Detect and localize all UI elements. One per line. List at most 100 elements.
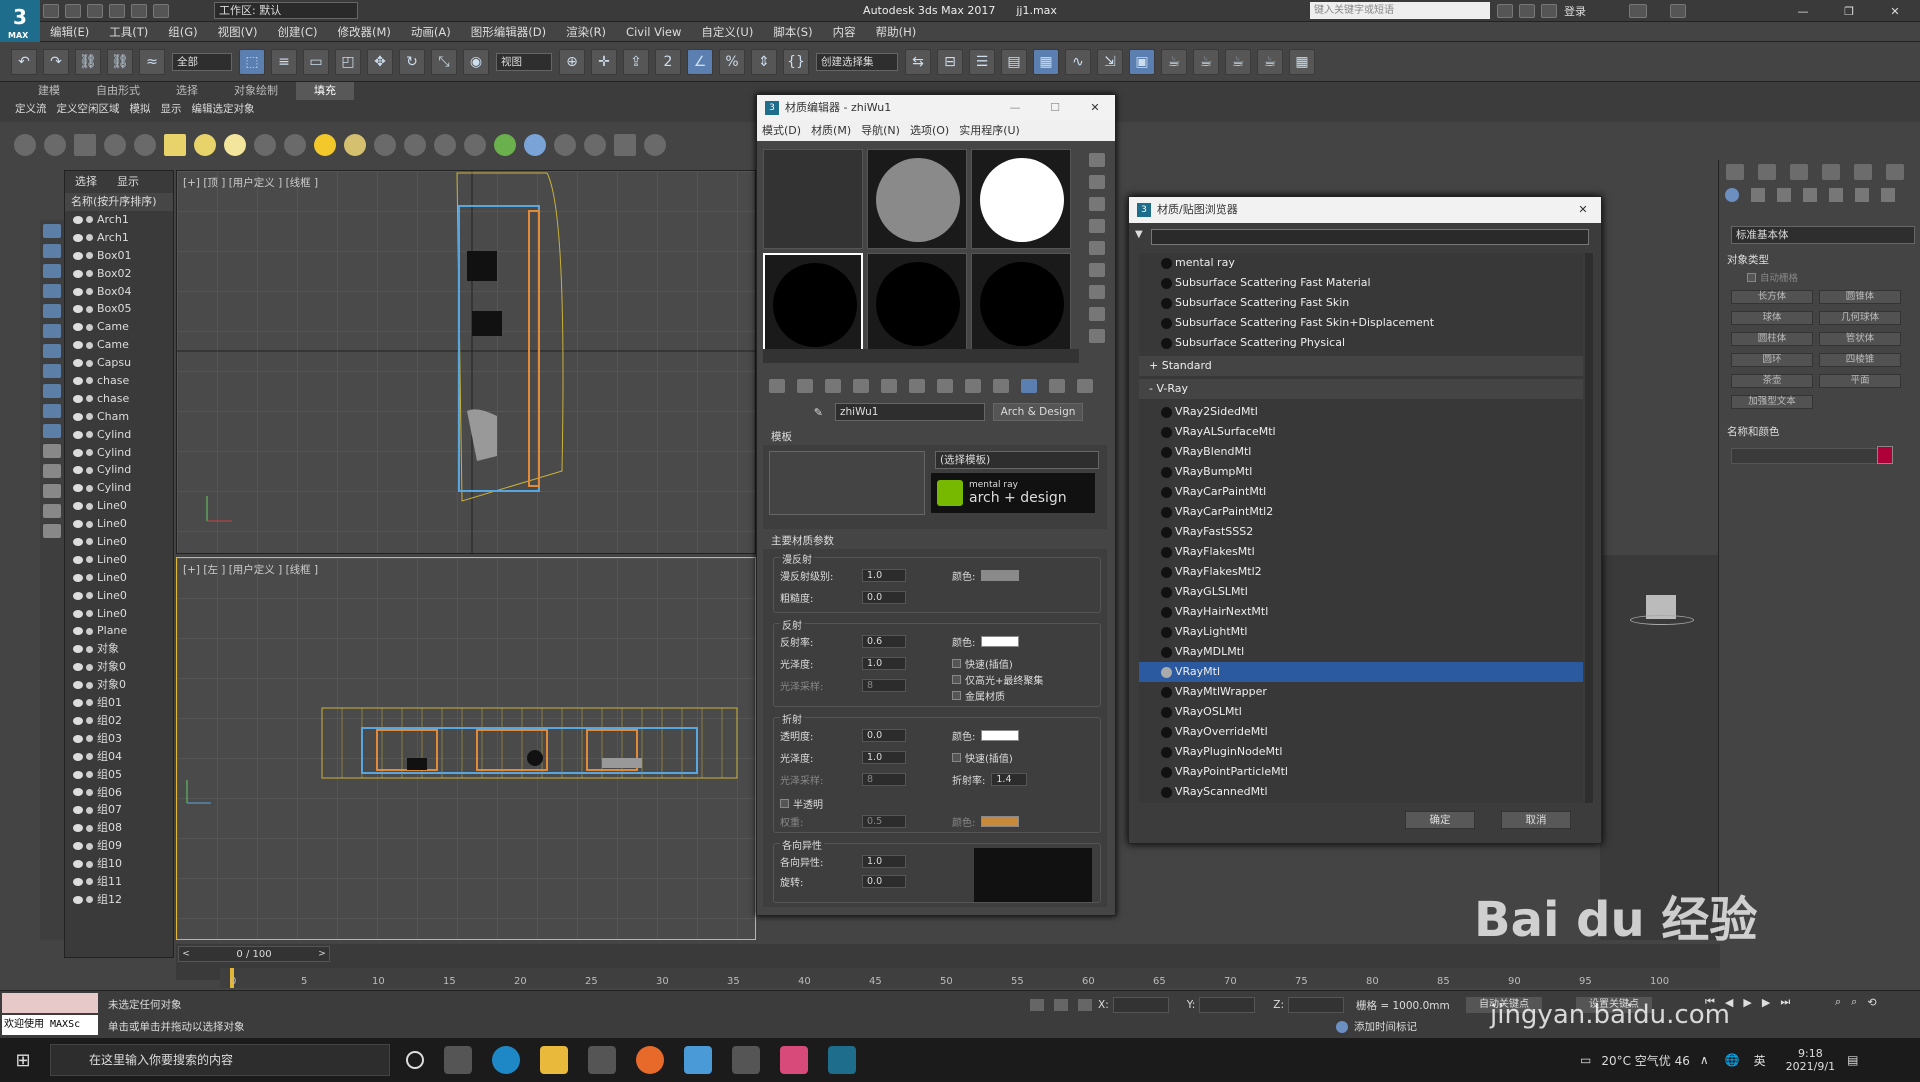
browser-material-item[interactable]: VRayMtlWrapper <box>1139 682 1583 702</box>
teapot-geom-icon[interactable] <box>254 134 276 156</box>
me-menu-modes[interactable]: 模式(D) <box>762 121 801 141</box>
colors-icon[interactable] <box>554 134 576 156</box>
visibility-eye-icon[interactable] <box>73 466 83 475</box>
roughness-spinner[interactable]: 0.0 <box>862 591 906 604</box>
unlink-icon[interactable]: ⛓ <box>107 48 133 75</box>
tab-freeform[interactable]: 自由形式 <box>78 82 158 100</box>
make-unique-icon[interactable] <box>909 379 925 393</box>
scene-list-item[interactable]: Cham <box>65 408 173 426</box>
material-ball-icon[interactable] <box>524 134 546 156</box>
windows-start-icon[interactable]: ⊞ <box>0 1050 46 1071</box>
visibility-eye-icon[interactable] <box>73 520 83 529</box>
tab-object-paint[interactable]: 对象绘制 <box>216 82 296 100</box>
rotate-icon[interactable]: ↻ <box>399 48 425 75</box>
paint-app-icon[interactable] <box>684 1046 712 1074</box>
sample-slot[interactable] <box>971 149 1071 249</box>
select-by-material-icon[interactable] <box>1089 307 1105 321</box>
display-particles-icon[interactable] <box>43 404 61 418</box>
cloud-icon[interactable] <box>44 134 66 156</box>
helpers-icon[interactable] <box>1829 188 1843 202</box>
browser-material-item[interactable]: VRayOverrideMtl <box>1139 722 1583 742</box>
refr-samples-spinner[interactable]: 8 <box>862 773 906 786</box>
scene-list-item[interactable]: Box04 <box>65 283 173 301</box>
display-all-icon[interactable] <box>43 444 61 458</box>
time-tag-row[interactable]: 添加时间标记 <box>1336 1019 1417 1034</box>
browser-material-item[interactable]: VRayHairNextMtl <box>1139 602 1583 622</box>
browser-material-item[interactable]: Subsurface Scattering Fast Skin <box>1139 293 1583 313</box>
display-shapes-icon[interactable] <box>43 244 61 258</box>
percent-snap-icon[interactable]: % <box>719 48 745 75</box>
menu-rendering[interactable]: 渲染(R) <box>566 22 606 42</box>
scene-list-item[interactable]: 组12 <box>65 891 173 909</box>
link-icon[interactable]: ⛓ <box>75 48 101 75</box>
tab-selection[interactable]: 选择 <box>158 82 216 100</box>
refr-fast-interp-checkbox[interactable]: 快速(插值) <box>952 750 1013 765</box>
network-icon[interactable]: 🌐 <box>1725 1053 1740 1067</box>
video-color-check-icon[interactable] <box>1089 241 1105 255</box>
shapes-icon[interactable] <box>1751 188 1765 202</box>
new-file-icon[interactable] <box>43 3 59 18</box>
options-icon[interactable] <box>1089 285 1105 299</box>
place-icon[interactable]: ◉ <box>463 48 489 75</box>
scene-list-item[interactable]: 组02 <box>65 712 173 730</box>
visibility-eye-icon[interactable] <box>73 698 83 707</box>
display-none-icon[interactable] <box>43 464 61 478</box>
play-icon[interactable]: ▶ <box>1743 996 1751 1009</box>
x-coordinate-input[interactable] <box>1112 997 1169 1013</box>
visibility-eye-icon[interactable] <box>73 305 83 314</box>
sphere-button[interactable]: 球体 <box>1731 311 1813 325</box>
menu-edit[interactable]: 编辑(E) <box>50 22 89 42</box>
scale-icon[interactable]: ⤡ <box>431 48 457 75</box>
redo-icon[interactable]: ↷ <box>43 48 69 75</box>
bind-spacewarp-icon[interactable]: ≈ <box>139 48 165 75</box>
torus-button[interactable]: 圆环 <box>1731 353 1813 367</box>
ime-indicator[interactable]: 英 <box>1754 1052 1766 1069</box>
visibility-eye-icon[interactable] <box>73 591 83 600</box>
cylinder-button[interactable]: 圆柱体 <box>1731 332 1813 346</box>
firefox-icon[interactable] <box>636 1046 664 1074</box>
metal-material-checkbox[interactable]: 金属材质 <box>952 688 1005 703</box>
select-manipulate-icon[interactable]: ✛ <box>591 48 617 75</box>
visibility-eye-icon[interactable] <box>73 323 83 332</box>
absolute-mode-icon[interactable] <box>1078 999 1092 1011</box>
lights-icon[interactable] <box>104 134 126 156</box>
display-lights-icon[interactable] <box>43 264 61 278</box>
systems-icon[interactable] <box>1881 188 1895 202</box>
visibility-eye-icon[interactable] <box>73 359 83 368</box>
particle-icon[interactable] <box>134 134 156 156</box>
redo-icon[interactable] <box>131 3 147 18</box>
browser-material-item[interactable]: VRayPluginNodeMtl <box>1139 742 1583 762</box>
scene-list-item[interactable]: 组07 <box>65 801 173 819</box>
template-select-dropdown[interactable]: (选择模板) <box>935 451 1099 469</box>
scene-list-item[interactable]: 组05 <box>65 766 173 784</box>
scene-explorer-icon[interactable]: ☰ <box>969 48 995 75</box>
sample-slot[interactable] <box>971 253 1071 353</box>
browser-material-item[interactable]: VRay2SidedMtl <box>1139 402 1583 422</box>
open-file-icon[interactable] <box>65 3 81 18</box>
scene-list-item[interactable]: Cylind <box>65 461 173 479</box>
cameras-icon[interactable] <box>1803 188 1817 202</box>
scene-list-item[interactable]: 对象0 <box>65 658 173 676</box>
weather-icon[interactable]: ▭ <box>1580 1053 1591 1067</box>
weather-text[interactable]: 20°C 空气优 46 <box>1601 1052 1690 1069</box>
display-button[interactable]: 显示 <box>156 100 187 118</box>
scene-list-item[interactable]: Plane <box>65 622 173 640</box>
highlights-fg-checkbox[interactable]: 仅高光+最终聚集 <box>952 672 1043 687</box>
viewport-top[interactable]: [+] [顶 ] [用户定义 ] [线框 ] <box>176 170 756 554</box>
motion-tab-icon[interactable] <box>1822 164 1840 180</box>
scene-list-item[interactable]: 组08 <box>65 819 173 837</box>
browser-material-item[interactable]: VRayBlendMtl <box>1139 442 1583 462</box>
visibility-eye-icon[interactable] <box>73 824 83 833</box>
go-to-parent-icon[interactable] <box>1049 379 1065 393</box>
visibility-eye-icon[interactable] <box>73 448 83 457</box>
toolbar-help-icon[interactable] <box>644 134 666 156</box>
rotation-spinner[interactable]: 0.0 <box>862 875 906 888</box>
dome-icon[interactable] <box>194 134 216 156</box>
display-tab-icon[interactable] <box>1854 164 1872 180</box>
track-bar[interactable]: 0 5 10 15 20 25 30 35 40 45 50 55 60 65 70 75 80 85 90 95 10… <box>220 968 1720 988</box>
frame-buffer-icon[interactable] <box>614 134 636 156</box>
pivot-center-icon[interactable]: ⊕ <box>559 48 585 75</box>
material-type-button[interactable]: Arch & Design <box>993 403 1083 421</box>
browser-category-header[interactable]: + Standard <box>1139 356 1583 376</box>
visibility-eye-icon[interactable] <box>73 555 83 564</box>
